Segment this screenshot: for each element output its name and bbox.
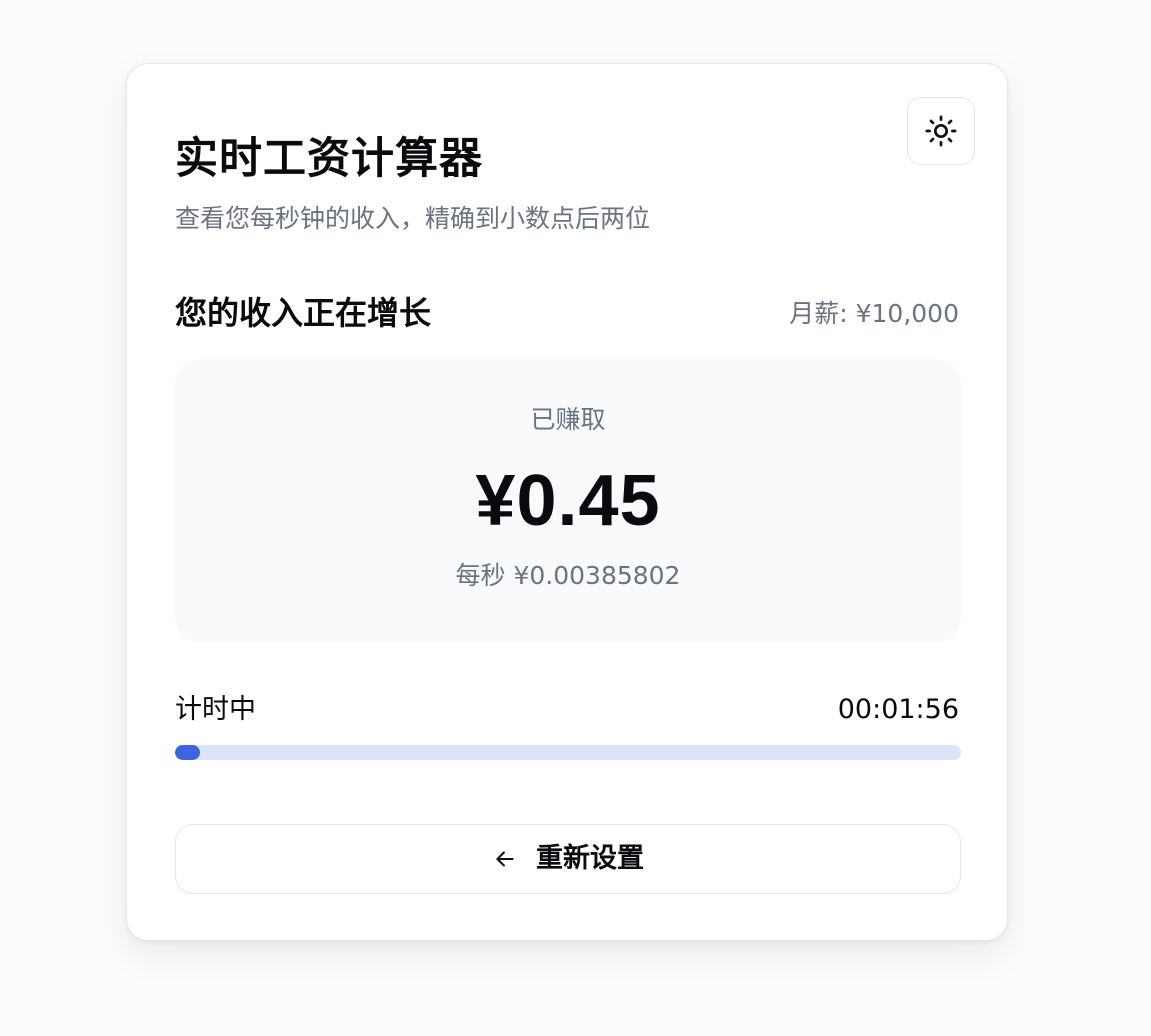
timer-status: 计时中	[175, 694, 256, 725]
sun-icon	[924, 114, 958, 148]
timer-elapsed: 00:01:56	[837, 694, 959, 725]
earned-label: 已赚取	[530, 405, 606, 434]
reset-button-label: 重新设置	[536, 843, 644, 874]
salary-calculator-card: 实时工资计算器 查看您每秒钟的收入，精确到小数点后两位 您的收入正在增长 月薪:…	[126, 63, 1008, 941]
earnings-heading: 您的收入正在增长	[175, 294, 432, 332]
timer-progress-fill	[175, 745, 201, 760]
monthly-salary-label: 月薪: ¥10,000	[789, 299, 959, 328]
earned-amount: ¥0.45	[475, 461, 661, 541]
reset-button[interactable]: 重新设置	[175, 824, 961, 894]
arrow-left-icon	[492, 846, 518, 872]
page-title: 实时工资计算器	[175, 134, 483, 184]
timer-progress-bar	[175, 745, 961, 760]
page-subtitle: 查看您每秒钟的收入，精确到小数点后两位	[175, 204, 651, 233]
per-second-rate: 每秒 ¥0.00385802	[455, 561, 681, 590]
earnings-panel: 已赚取 ¥0.45 每秒 ¥0.00385802	[175, 359, 961, 642]
theme-toggle-button[interactable]	[907, 97, 975, 165]
